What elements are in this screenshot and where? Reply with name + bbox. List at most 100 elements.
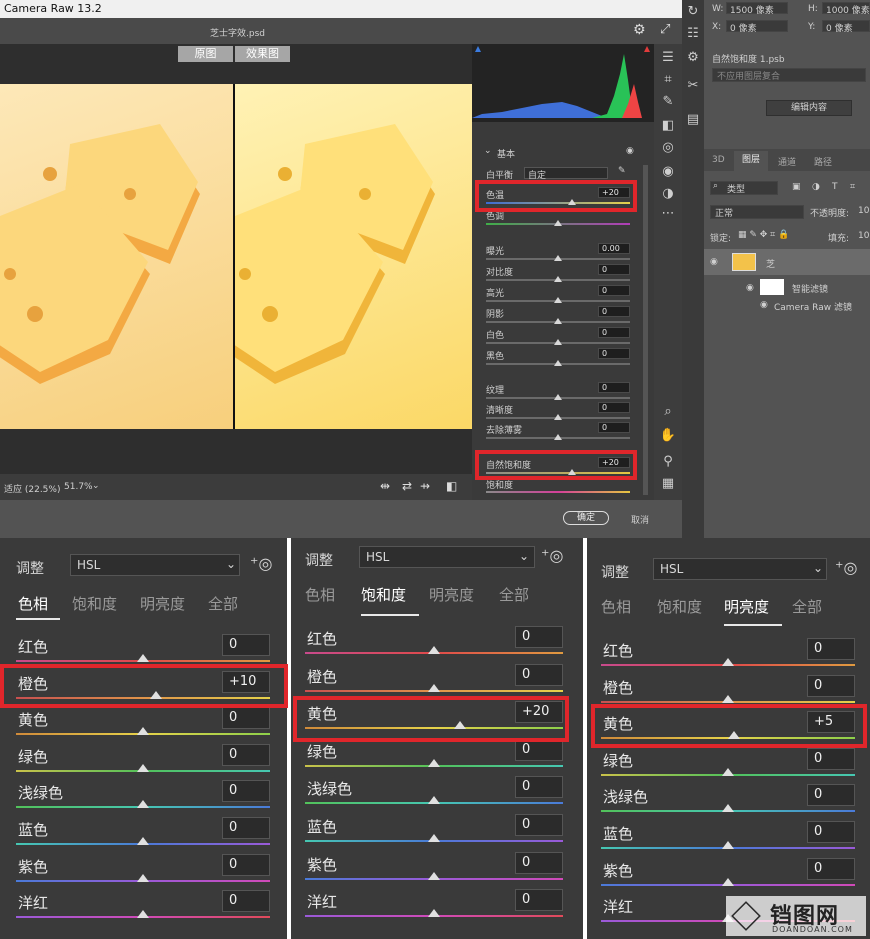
blend-mode[interactable]: 正常 (710, 205, 804, 219)
red-value[interactable]: 0 (515, 626, 563, 648)
red-value[interactable]: 0 (222, 634, 270, 656)
yellow-thumb[interactable] (137, 727, 149, 736)
x-value[interactable]: 0 像素 (726, 20, 788, 34)
contrast-thumb[interactable] (554, 276, 562, 282)
tab-layers[interactable]: 图层 (734, 151, 768, 171)
targeted-adjust-icon[interactable]: ⁺◎ (835, 558, 857, 577)
aqua-value[interactable]: 0 (515, 776, 563, 799)
green-thumb[interactable] (137, 763, 149, 772)
purple-thumb[interactable] (428, 871, 440, 880)
exposure-thumb[interactable] (554, 255, 562, 261)
clarity-thumb[interactable] (554, 414, 562, 420)
whites-value[interactable]: 0 (598, 327, 630, 338)
cancel-button[interactable]: 取消 (631, 513, 649, 526)
radial-icon[interactable]: ◎ (659, 140, 677, 155)
edit-contents-button[interactable]: 编辑内容 (766, 100, 852, 116)
tab-saturation[interactable]: 饱和度 (72, 593, 117, 614)
clarity-value[interactable]: 0 (598, 402, 630, 413)
tab-luminance[interactable]: 明亮度 (140, 593, 185, 614)
magenta-value[interactable]: 0 (222, 890, 270, 913)
dehaze-value[interactable]: 0 (598, 422, 630, 433)
wb-select[interactable]: 自定 (524, 167, 608, 181)
aqua-thumb[interactable] (428, 796, 440, 805)
magenta-thumb[interactable] (428, 909, 440, 918)
tab-luminance[interactable]: 明亮度 (429, 584, 474, 605)
purple-value[interactable]: 0 (807, 857, 855, 880)
copy-settings-icon[interactable]: ⇸ (420, 479, 430, 493)
presets-icon[interactable]: ◑ (659, 186, 677, 201)
gradient-icon[interactable]: ◧ (659, 118, 677, 133)
blue-value[interactable]: 0 (807, 821, 855, 843)
eye-icon[interactable]: ◉ (710, 257, 718, 267)
eye-icon[interactable]: ◉ (626, 146, 634, 156)
crop-icon[interactable]: ⌗ (659, 72, 677, 87)
eyedropper-icon[interactable]: ✎ (618, 166, 626, 176)
orange-value[interactable]: 0 (807, 674, 855, 697)
texture-thumb[interactable] (554, 394, 562, 400)
contrast-value[interactable]: 0 (598, 264, 630, 275)
red-thumb[interactable] (137, 654, 149, 662)
eye-icon[interactable]: ◉ (760, 300, 768, 310)
basic-section-title[interactable]: 基本 (497, 147, 515, 160)
purple-value[interactable]: 0 (222, 853, 270, 876)
blue-value[interactable]: 0 (515, 814, 563, 836)
blue-thumb[interactable] (722, 841, 734, 849)
blacks-value[interactable]: 0 (598, 348, 630, 359)
pixel-filter-icon[interactable]: ▣ (792, 182, 801, 192)
edit-icon[interactable]: ☰ (659, 50, 677, 65)
w-value[interactable]: 1500 像素 (726, 2, 788, 16)
yellow-value[interactable]: 0 (222, 707, 270, 730)
zoom-icon[interactable]: ⌕ (659, 404, 677, 419)
after-label[interactable]: 效果图 (235, 46, 290, 62)
tab-hue[interactable]: 色相 (18, 593, 48, 614)
targeted-adjust-icon[interactable]: ⁺◎ (541, 546, 563, 565)
hand-icon[interactable]: ✋ (659, 428, 677, 443)
orange-thumb[interactable] (428, 683, 440, 692)
hsl-mode-select[interactable]: HSL (653, 558, 827, 580)
gear-icon[interactable]: ⚙ (633, 22, 646, 38)
chevron-down-icon[interactable]: ⌄ (484, 146, 492, 156)
chevron-down-icon[interactable]: ⌄ (92, 481, 100, 491)
before-label[interactable]: 原图 (178, 46, 233, 62)
texture-value[interactable]: 0 (598, 382, 630, 393)
tab-saturation[interactable]: 饱和度 (657, 596, 702, 617)
purple-thumb[interactable] (722, 877, 734, 886)
brush-icon[interactable]: ✎ (659, 94, 677, 109)
green-thumb[interactable] (428, 758, 440, 767)
tab-channels[interactable]: 通道 (778, 155, 796, 168)
kind-filter[interactable]: 类型 (710, 181, 778, 195)
whites-thumb[interactable] (554, 339, 562, 345)
tab-all[interactable]: 全部 (499, 584, 529, 605)
history-icon[interactable]: ☷ (684, 26, 702, 41)
hsl-mode-select[interactable]: HSL (70, 554, 240, 576)
layer-row[interactable]: ◉ 芝 (704, 249, 870, 275)
basic-scrollbar[interactable] (643, 165, 648, 495)
camera-raw-filter-row[interactable]: ◉ Camera Raw 滤镜 (704, 297, 870, 313)
ok-button[interactable]: 确定 (563, 511, 609, 525)
green-value[interactable]: 0 (807, 747, 855, 770)
blue-thumb[interactable] (137, 837, 149, 845)
tab-hue[interactable]: 色相 (601, 596, 631, 617)
compare-view-icon[interactable]: ⇹ (380, 479, 390, 493)
magenta-value[interactable]: 0 (515, 889, 563, 912)
tab-3d[interactable]: 3D (712, 155, 725, 165)
red-value[interactable]: 0 (807, 638, 855, 660)
zoom-level[interactable]: 51.7% (64, 482, 93, 492)
purple-thumb[interactable] (137, 873, 149, 882)
toggle-view-icon[interactable]: ◧ (446, 479, 457, 493)
blacks-thumb[interactable] (554, 360, 562, 366)
tab-all[interactable]: 全部 (208, 593, 238, 614)
eye-icon[interactable]: ◉ (746, 283, 754, 293)
targeted-adjust-icon[interactable]: ⁺◎ (250, 554, 272, 573)
orange-value[interactable]: 0 (515, 663, 563, 686)
orange-thumb[interactable] (722, 694, 734, 703)
shadows-thumb[interactable] (554, 318, 562, 324)
fit-zoom[interactable]: 适应 (22.5%) (4, 482, 60, 495)
green-value[interactable]: 0 (222, 743, 270, 766)
sampler-icon[interactable]: ⚲ (659, 454, 677, 469)
tab-paths[interactable]: 路径 (814, 155, 832, 168)
highlights-thumb[interactable] (554, 297, 562, 303)
tab-all[interactable]: 全部 (792, 596, 822, 617)
blue-value[interactable]: 0 (222, 817, 270, 839)
green-thumb[interactable] (722, 767, 734, 776)
